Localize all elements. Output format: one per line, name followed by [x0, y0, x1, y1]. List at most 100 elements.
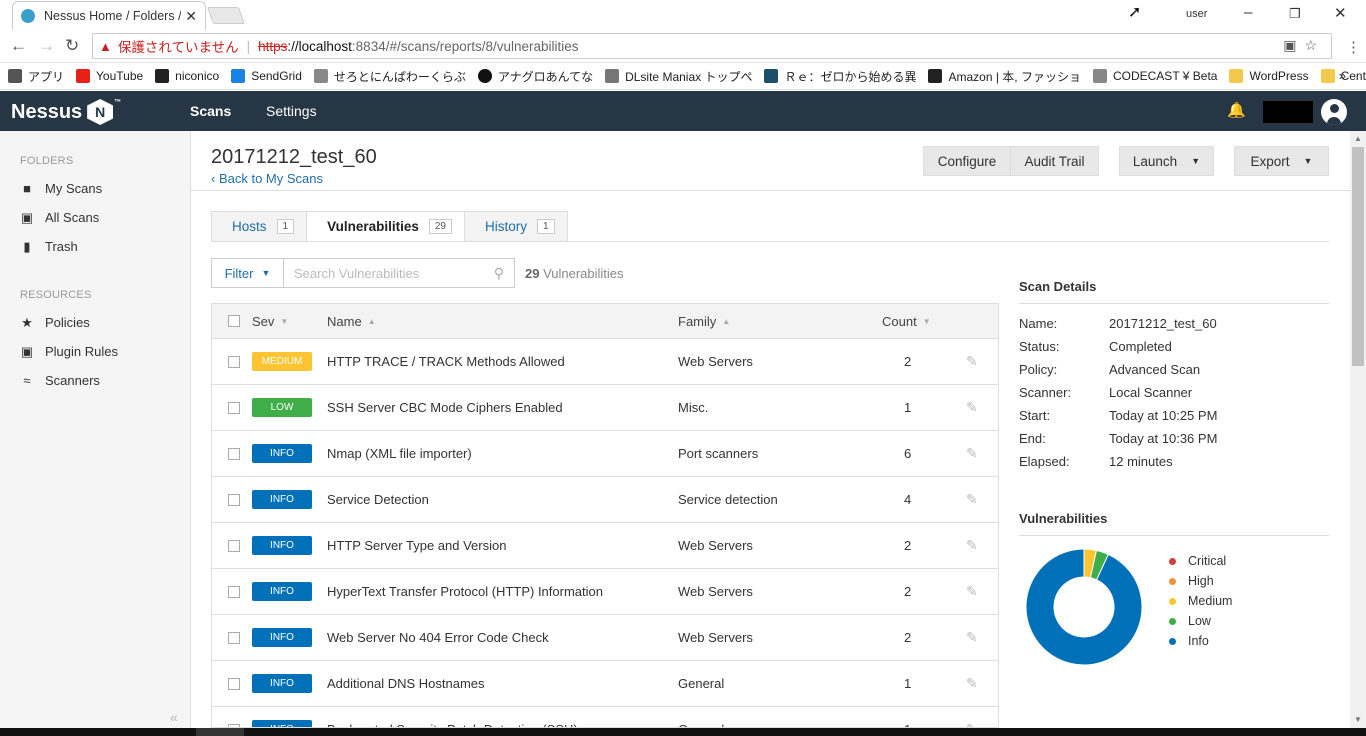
translate-icon[interactable]: ▣	[1283, 37, 1304, 53]
sidebar-item-all-scans[interactable]: ▣ All Scans	[20, 210, 99, 225]
row-checkbox[interactable]	[228, 447, 240, 460]
legend-item[interactable]: Low	[1169, 611, 1232, 631]
legend-item[interactable]: Critical	[1169, 551, 1232, 571]
export-button[interactable]: Export ▼	[1234, 146, 1329, 176]
select-all-checkbox[interactable]	[228, 315, 240, 327]
tab-history[interactable]: History 1	[463, 211, 568, 242]
bookmark-item[interactable]: Amazon | 本, ファッショ	[928, 68, 1081, 85]
redacted-username[interactable]	[1263, 101, 1313, 123]
bookmark-item[interactable]: アプリ	[8, 68, 64, 85]
page-title: 20171212_test_60	[211, 146, 377, 168]
address-bar[interactable]: ▲ 保護されていません | https ://localhost :8834/#…	[92, 33, 1332, 59]
divider	[1019, 535, 1329, 536]
minimize-icon[interactable]: –	[1244, 4, 1252, 21]
family-header[interactable]: Family ▲	[678, 304, 730, 338]
pencil-icon[interactable]: ✎	[966, 583, 978, 600]
sidebar-item-my-scans[interactable]: ■ My Scans	[20, 181, 102, 196]
table-row[interactable]: INFO HTTP Server Type and Version Web Serv…	[212, 523, 998, 569]
forward-icon[interactable]: →	[38, 36, 55, 56]
table-row[interactable]: LOW SSH Server CBC Mode Ciphers Enabled Mi…	[212, 385, 998, 431]
table-row[interactable]: MEDIUM HTTP TRACE / TRACK Methods Allowed…	[212, 339, 998, 385]
pencil-icon[interactable]: ✎	[966, 353, 978, 370]
bookmarks-more-icon[interactable]: »	[1339, 68, 1346, 83]
search-icon[interactable]: ⚲	[494, 265, 504, 282]
table-row[interactable]: INFO Additional DNS Hostnames General 1 ✎	[212, 661, 998, 707]
pencil-icon[interactable]: ✎	[966, 491, 978, 508]
row-checkbox[interactable]	[228, 539, 240, 552]
row-checkbox[interactable]	[228, 677, 240, 690]
browser-menu-icon[interactable]: ⋮	[1346, 38, 1361, 56]
bookmark-item[interactable]: Ｒｅ：ゼロから始める異	[764, 68, 916, 85]
legend-item[interactable]: Info	[1169, 631, 1232, 651]
pencil-icon[interactable]: ✎	[966, 445, 978, 462]
pencil-icon[interactable]: ✎	[966, 537, 978, 554]
table-row[interactable]: INFO Nmap (XML file importer) Port scanner…	[212, 431, 998, 477]
page-scrollbar[interactable]: ▲ ▼	[1350, 131, 1366, 728]
scroll-down-icon[interactable]: ▼	[1354, 715, 1362, 724]
search-vulnerabilities-input[interactable]: Search Vulnerabilities ⚲	[283, 258, 515, 288]
row-select-cell	[228, 431, 240, 476]
nav-scans[interactable]: Scans	[190, 103, 231, 119]
table-header: Sev ▼ Name ▲ Family ▲ Count ▼	[212, 304, 998, 339]
scroll-up-icon[interactable]: ▲	[1354, 134, 1362, 143]
count-header[interactable]: Count ▼	[882, 304, 931, 338]
tab-hosts[interactable]: Hosts 1	[211, 211, 308, 242]
filter-label: Filter	[224, 265, 254, 281]
new-tab-button[interactable]	[206, 7, 246, 24]
pencil-icon[interactable]: ✎	[966, 675, 978, 692]
sidebar-item-plugin-rules[interactable]: ▣ Plugin Rules	[20, 344, 118, 359]
sidebar-item-policies[interactable]: ★ Policies	[20, 315, 90, 330]
row-checkbox[interactable]	[228, 493, 240, 506]
bookmark-item[interactable]: アナグロあんてな	[477, 68, 593, 85]
bookmark-item[interactable]: DLsite Maniax トップペ	[605, 68, 752, 85]
browser-tab[interactable]: Nessus Home / Folders / ✕	[12, 1, 206, 30]
caret-down-icon: ▼	[1303, 156, 1313, 166]
nav-settings[interactable]: Settings	[266, 103, 317, 119]
user-avatar-icon[interactable]	[1321, 99, 1347, 125]
bookmark-item[interactable]: WordPress	[1229, 69, 1309, 83]
legend-item[interactable]: High	[1169, 571, 1232, 591]
pencil-icon[interactable]: ✎	[966, 629, 978, 646]
bookmark-item[interactable]: YouTube	[76, 69, 143, 83]
bookmark-item[interactable]: せろとにんぱわーくらぶ	[313, 68, 466, 85]
name-header[interactable]: Name ▲	[327, 304, 376, 338]
audit-trail-button[interactable]: Audit Trail	[1010, 146, 1099, 176]
pencil-icon[interactable]: ✎	[966, 399, 978, 416]
detail-value: Local Scanner	[1109, 385, 1193, 400]
sort-icon: ▲	[722, 316, 731, 326]
row-checkbox[interactable]	[228, 401, 240, 414]
legend-item[interactable]: Medium	[1169, 591, 1232, 611]
collapse-sidebar-icon[interactable]: «	[170, 709, 178, 725]
table-row[interactable]: INFO Web Server No 404 Error Code Check We…	[212, 615, 998, 661]
tab-vulnerabilities[interactable]: Vulnerabilities 29	[306, 211, 465, 242]
donut-slice-info[interactable]	[1025, 548, 1143, 666]
sidebar-item-trash[interactable]: ▮ Trash	[20, 239, 77, 254]
reload-icon[interactable]: ↻	[65, 36, 79, 56]
bookmark-item[interactable]: CODECAST ¥ Beta	[1092, 69, 1217, 83]
close-tab-icon[interactable]: ✕	[185, 8, 197, 25]
nessus-logo[interactable]: Nessus N ™	[11, 99, 121, 125]
row-checkbox[interactable]	[228, 585, 240, 598]
scrollbar-thumb[interactable]	[1352, 147, 1364, 366]
pencil-icon[interactable]: ✎	[966, 721, 978, 727]
sidebar-item-scanners[interactable]: ≈ Scanners	[20, 373, 100, 388]
filter-button[interactable]: Filter ▼	[211, 258, 284, 288]
vulnerabilities-donut-chart[interactable]	[1025, 548, 1143, 666]
back-link[interactable]: ‹ Back to My Scans	[211, 171, 323, 186]
taskbar-item[interactable]	[196, 728, 244, 736]
launch-button[interactable]: Launch ▼	[1119, 146, 1214, 176]
bookmark-item[interactable]: SendGrid	[231, 69, 302, 83]
table-row[interactable]: INFO Service Detection Service detection 4 ✎	[212, 477, 998, 523]
restore-icon[interactable]: ❐	[1289, 6, 1301, 22]
back-icon[interactable]: ←	[10, 36, 27, 56]
row-checkbox[interactable]	[228, 355, 240, 368]
table-row[interactable]: INFO HyperText Transfer Protocol (HTTP) I…	[212, 569, 998, 615]
table-row[interactable]: INFO Backported Security Patch Detection …	[212, 707, 998, 727]
configure-button[interactable]: Configure	[923, 146, 1011, 176]
bookmark-star-icon[interactable]: ☆	[1304, 37, 1325, 53]
bookmark-item[interactable]: niconico	[155, 69, 219, 83]
close-window-icon[interactable]: ✕	[1334, 4, 1347, 22]
bell-icon[interactable]: 🔔	[1227, 101, 1246, 119]
row-checkbox[interactable]	[228, 631, 240, 644]
sev-header[interactable]: Sev ▼	[252, 304, 288, 338]
